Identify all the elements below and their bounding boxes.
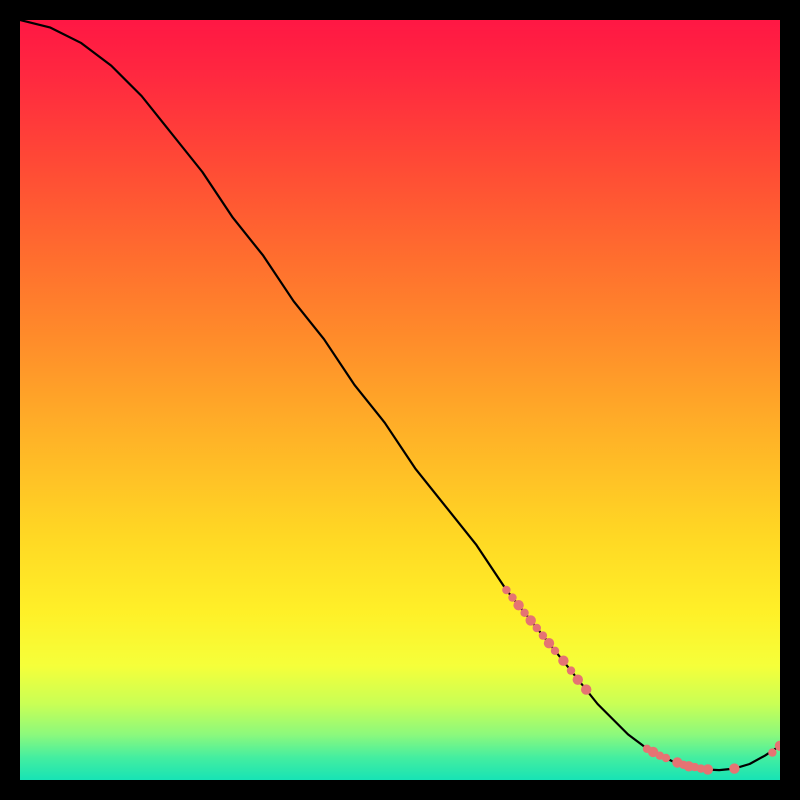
chart-frame: TheBottleneck.com [20, 20, 780, 780]
highlight-dot [508, 593, 516, 601]
highlight-dot [558, 656, 568, 666]
highlight-dot [567, 666, 575, 674]
highlight-dot [703, 764, 713, 774]
highlight-dot [513, 600, 523, 610]
gradient-background [20, 20, 780, 780]
highlight-dot [729, 763, 739, 773]
highlight-dot [526, 615, 536, 625]
highlight-dot [533, 624, 541, 632]
highlight-dot [581, 684, 591, 694]
highlight-dot [539, 631, 547, 639]
highlight-dot [520, 609, 528, 617]
bottleneck-plot [20, 20, 780, 780]
highlight-dot [768, 748, 776, 756]
highlight-dot [551, 647, 559, 655]
highlight-dot [573, 675, 583, 685]
highlight-dot [662, 754, 670, 762]
highlight-dot [544, 638, 554, 648]
highlight-dot [502, 586, 510, 594]
